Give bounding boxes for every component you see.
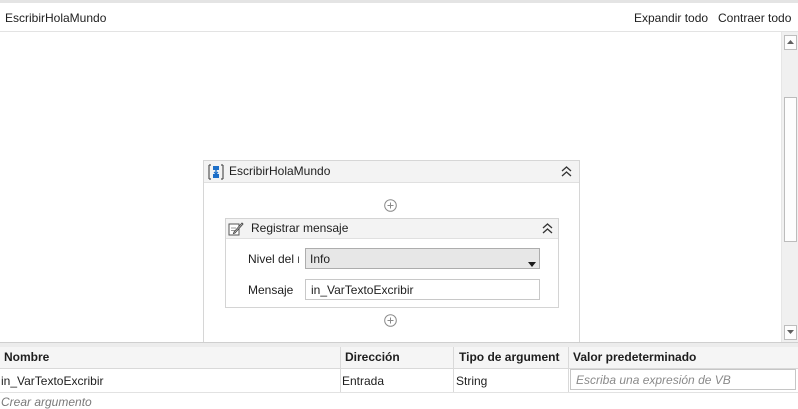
sequence-header[interactable]: EscribirHolaMundo: [204, 161, 579, 183]
sequence-title[interactable]: EscribirHolaMundo: [229, 164, 330, 178]
row-divider: [0, 392, 798, 393]
add-activity-plus-icon[interactable]: [384, 199, 397, 212]
level-value: Info: [310, 252, 331, 266]
expand-all-link[interactable]: Expandir todo: [634, 11, 708, 25]
argument-type-cell[interactable]: String: [456, 374, 487, 388]
column-header-name[interactable]: Nombre: [4, 350, 49, 364]
column-divider: [340, 347, 341, 392]
collapse-all-link[interactable]: Contraer todo: [718, 11, 791, 25]
designer-header: EscribirHolaMundo Expandir todo Contraer…: [0, 3, 798, 32]
activity-title[interactable]: Registrar mensaje: [251, 221, 348, 235]
column-divider: [568, 347, 569, 392]
level-label: Nivel del r: [248, 252, 299, 266]
scrollbar-thumb[interactable]: [784, 97, 797, 242]
collapse-chevron-icon[interactable]: [561, 166, 572, 180]
collapse-chevron-icon[interactable]: [542, 223, 553, 237]
level-dropdown[interactable]: Info: [305, 248, 540, 269]
column-header-type[interactable]: Tipo de argument: [459, 350, 559, 364]
arguments-grid-header: Nombre Dirección Tipo de argument Valor …: [0, 347, 798, 369]
create-argument-link[interactable]: Crear argumento: [1, 395, 92, 409]
scroll-down-button[interactable]: [784, 325, 797, 340]
column-header-default-value[interactable]: Valor predeterminado: [573, 350, 696, 364]
message-value: in_VarTextoExcribir: [311, 283, 414, 297]
argument-direction-cell[interactable]: Entrada: [342, 374, 384, 388]
argument-name-cell[interactable]: in_VarTextoExcribir: [1, 374, 103, 388]
column-divider: [453, 347, 454, 392]
dropdown-arrow-icon[interactable]: [528, 256, 536, 270]
breadcrumb[interactable]: EscribirHolaMundo: [5, 11, 106, 25]
column-header-direction[interactable]: Dirección: [345, 350, 400, 364]
sequence-icon: [207, 164, 225, 183]
message-label: Mensaje: [248, 283, 294, 297]
sequence-container[interactable]: EscribirHolaMundo Registrar mensaje Nive…: [203, 160, 580, 345]
message-input[interactable]: in_VarTextoExcribir: [305, 279, 540, 300]
scroll-up-button[interactable]: [784, 35, 797, 50]
log-message-icon: [228, 221, 244, 239]
log-message-activity[interactable]: Registrar mensaje Nivel del r Info Mensa…: [225, 218, 559, 308]
vertical-scrollbar[interactable]: [781, 32, 798, 342]
default-value-input[interactable]: Escriba una expresión de VB: [570, 369, 796, 390]
add-activity-plus-icon[interactable]: [384, 314, 397, 327]
default-value-placeholder: Escriba una expresión de VB: [576, 373, 731, 387]
activity-header[interactable]: Registrar mensaje: [226, 219, 558, 239]
